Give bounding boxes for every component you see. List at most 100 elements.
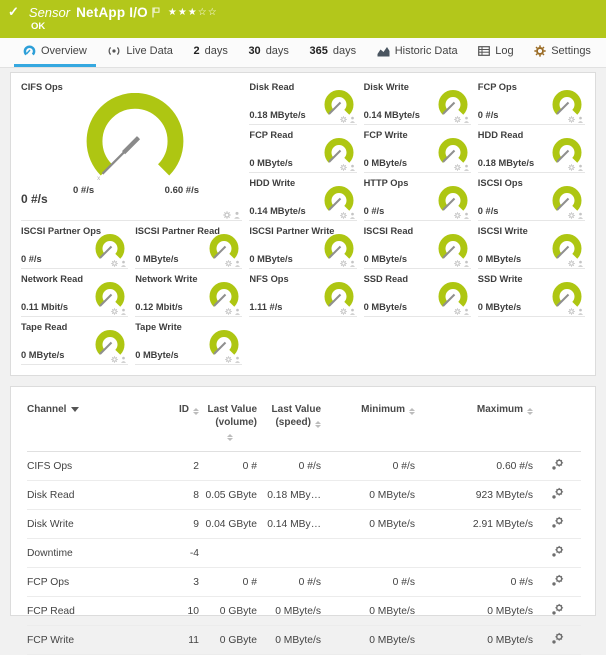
gauge-person-icon[interactable] bbox=[577, 212, 584, 219]
gauge-person-icon[interactable] bbox=[349, 260, 356, 267]
gauge-settings-gear-icon[interactable] bbox=[225, 260, 232, 267]
gauge-tile-disk-write[interactable]: Disk Write 0.14 MByte/s bbox=[364, 79, 471, 125]
gauge-tile-network-read[interactable]: Network Read 0.11 Mbit/s bbox=[21, 271, 128, 317]
gauge-person-icon[interactable] bbox=[577, 260, 584, 267]
tab-log[interactable]: Log bbox=[469, 38, 522, 67]
gauge-person-icon[interactable] bbox=[463, 164, 470, 171]
gauge-settings-gear-icon[interactable] bbox=[568, 164, 575, 171]
overview-gauges-panel: CIFS Ops x 0 #/s 0.60 #/s 0 #/s Disk Rea… bbox=[10, 72, 596, 376]
gauge-tile-tape-read[interactable]: Tape Read 0 MByte/s bbox=[21, 319, 128, 365]
col-header-maximum[interactable]: Maximum bbox=[415, 401, 533, 452]
gauge-tile-nfs-ops[interactable]: NFS Ops 1.11 #/s bbox=[249, 271, 356, 317]
gauge-tile-iscsi-ops[interactable]: ISCSI Ops 0 #/s bbox=[478, 175, 585, 221]
tab-365-days[interactable]: 365 days bbox=[301, 38, 366, 67]
gauge-tile-iscsi-write[interactable]: ISCSI Write 0 MByte/s bbox=[478, 223, 585, 269]
tab-overview[interactable]: Overview bbox=[14, 38, 96, 67]
gauge-settings-gear-icon[interactable] bbox=[568, 116, 575, 123]
gauge-tile-hdd-read[interactable]: HDD Read 0.18 MByte/s bbox=[478, 127, 585, 173]
gauge-tile-network-write[interactable]: Network Write 0.12 Mbit/s bbox=[135, 271, 242, 317]
gauge-person-icon[interactable] bbox=[463, 308, 470, 315]
gauge-person-icon[interactable] bbox=[577, 116, 584, 123]
gauge-settings-gear-icon[interactable] bbox=[111, 356, 118, 363]
channel-settings-gear-icon[interactable] bbox=[551, 574, 564, 587]
gauge-settings-gear-icon[interactable] bbox=[454, 164, 461, 171]
gauge-tile-cifs-ops[interactable]: CIFS Ops x 0 #/s 0.60 #/s 0 #/s bbox=[21, 79, 242, 221]
sort-desc-icon bbox=[71, 407, 79, 412]
channel-settings-gear-icon[interactable] bbox=[551, 458, 564, 471]
gauge-settings-gear-icon[interactable] bbox=[454, 308, 461, 315]
tab-30-days[interactable]: 30 days bbox=[239, 38, 298, 67]
col-header-minimum[interactable]: Minimum bbox=[321, 401, 415, 452]
gauge-person-icon[interactable] bbox=[120, 308, 127, 315]
gauge-tile-iscsi-partner-write[interactable]: ISCSI Partner Write 0 MByte/s bbox=[249, 223, 356, 269]
gauge-settings-gear-icon[interactable] bbox=[454, 116, 461, 123]
gauge-person-icon[interactable] bbox=[463, 116, 470, 123]
gauge-tile-fcp-read[interactable]: FCP Read 0 MByte/s bbox=[249, 127, 356, 173]
priority-stars[interactable]: ★★★☆☆ bbox=[168, 7, 218, 18]
gauge-tile-ssd-read[interactable]: SSD Read 0 MByte/s bbox=[364, 271, 471, 317]
gauge-value: 0 #/s bbox=[21, 254, 42, 264]
cell-last-value-volume: 0 # bbox=[199, 568, 257, 597]
tab-live-data[interactable]: Live Data bbox=[98, 38, 181, 67]
gauge-settings-gear-icon[interactable] bbox=[340, 116, 347, 123]
gauge-person-icon[interactable] bbox=[577, 308, 584, 315]
table-row: FCP Read 10 0 GByte 0 MByte/s 0 MByte/s … bbox=[27, 597, 581, 626]
gauge-person-icon[interactable] bbox=[349, 164, 356, 171]
gauge-settings-gear-icon[interactable] bbox=[568, 308, 575, 315]
col-header-last-value-volume[interactable]: Last Value (volume) bbox=[199, 401, 257, 452]
tab-label: days bbox=[205, 45, 228, 57]
gauge-tile-iscsi-partner-read[interactable]: ISCSI Partner Read 0 MByte/s bbox=[135, 223, 242, 269]
gauge-tile-iscsi-partner-ops[interactable]: ISCSI Partner Ops 0 #/s bbox=[21, 223, 128, 269]
gauge-person-icon[interactable] bbox=[349, 116, 356, 123]
gauge-person-icon[interactable] bbox=[349, 212, 356, 219]
cell-id: 2 bbox=[159, 452, 199, 481]
gauge-settings-gear-icon[interactable] bbox=[340, 164, 347, 171]
gauge-person-icon[interactable] bbox=[120, 356, 127, 363]
gauge-settings-gear-icon[interactable] bbox=[111, 308, 118, 315]
gauge-settings-gear-icon[interactable] bbox=[340, 212, 347, 219]
col-header-id[interactable]: ID bbox=[159, 401, 199, 452]
gauge-person-icon[interactable] bbox=[120, 260, 127, 267]
gauge-person-icon[interactable] bbox=[234, 260, 241, 267]
gauge-person-icon[interactable] bbox=[349, 308, 356, 315]
gauge-person-icon[interactable] bbox=[234, 356, 241, 363]
gauge-settings-gear-icon[interactable] bbox=[225, 356, 232, 363]
col-header-last-value-speed[interactable]: Last Value (speed) bbox=[257, 401, 321, 452]
gauge-tile-hdd-write[interactable]: HDD Write 0.14 MByte/s bbox=[249, 175, 356, 221]
cell-last-value-speed: 0.18 MBy… bbox=[257, 481, 321, 510]
gauge-settings-gear-icon[interactable] bbox=[340, 308, 347, 315]
gauge-person-icon[interactable] bbox=[577, 164, 584, 171]
gauge-settings-gear-icon[interactable] bbox=[111, 260, 118, 267]
channel-settings-gear-icon[interactable] bbox=[551, 632, 564, 645]
gauge-tile-ssd-write[interactable]: SSD Write 0 MByte/s bbox=[478, 271, 585, 317]
gauge-settings-gear-icon[interactable] bbox=[568, 260, 575, 267]
gauge-settings-gear-icon[interactable] bbox=[340, 260, 347, 267]
gauge-tile-iscsi-read[interactable]: ISCSI Read 0 MByte/s bbox=[364, 223, 471, 269]
gauge-tile-fcp-ops[interactable]: FCP Ops 0 #/s bbox=[478, 79, 585, 125]
tab-2-days[interactable]: 2 days bbox=[184, 38, 236, 67]
col-header-channel[interactable]: Channel bbox=[27, 401, 159, 452]
gauge-settings-gear-icon[interactable] bbox=[454, 260, 461, 267]
cell-minimum bbox=[321, 539, 415, 568]
channel-settings-gear-icon[interactable] bbox=[551, 487, 564, 500]
gauge-person-icon[interactable] bbox=[233, 211, 241, 219]
gauge-tile-tape-write[interactable]: Tape Write 0 MByte/s bbox=[135, 319, 242, 365]
channel-settings-gear-icon[interactable] bbox=[551, 603, 564, 616]
cell-id: -4 bbox=[159, 539, 199, 568]
channel-settings-gear-icon[interactable] bbox=[551, 545, 564, 558]
tab-label: Overview bbox=[41, 45, 87, 57]
gauge-person-icon[interactable] bbox=[463, 260, 470, 267]
gauge-settings-gear-icon[interactable] bbox=[454, 212, 461, 219]
table-row: Downtime -4 bbox=[27, 539, 581, 568]
gauge-person-icon[interactable] bbox=[463, 212, 470, 219]
gauge-person-icon[interactable] bbox=[234, 308, 241, 315]
gauge-settings-gear-icon[interactable] bbox=[225, 308, 232, 315]
tab-settings[interactable]: Settings bbox=[525, 38, 600, 67]
tab-historic-data[interactable]: Historic Data bbox=[368, 38, 467, 67]
channel-settings-gear-icon[interactable] bbox=[551, 516, 564, 529]
gauge-settings-gear-icon[interactable] bbox=[223, 211, 231, 219]
gauge-settings-gear-icon[interactable] bbox=[568, 212, 575, 219]
gauge-tile-disk-read[interactable]: Disk Read 0.18 MByte/s bbox=[249, 79, 356, 125]
gauge-tile-fcp-write[interactable]: FCP Write 0 MByte/s bbox=[364, 127, 471, 173]
gauge-tile-http-ops[interactable]: HTTP Ops 0 #/s bbox=[364, 175, 471, 221]
